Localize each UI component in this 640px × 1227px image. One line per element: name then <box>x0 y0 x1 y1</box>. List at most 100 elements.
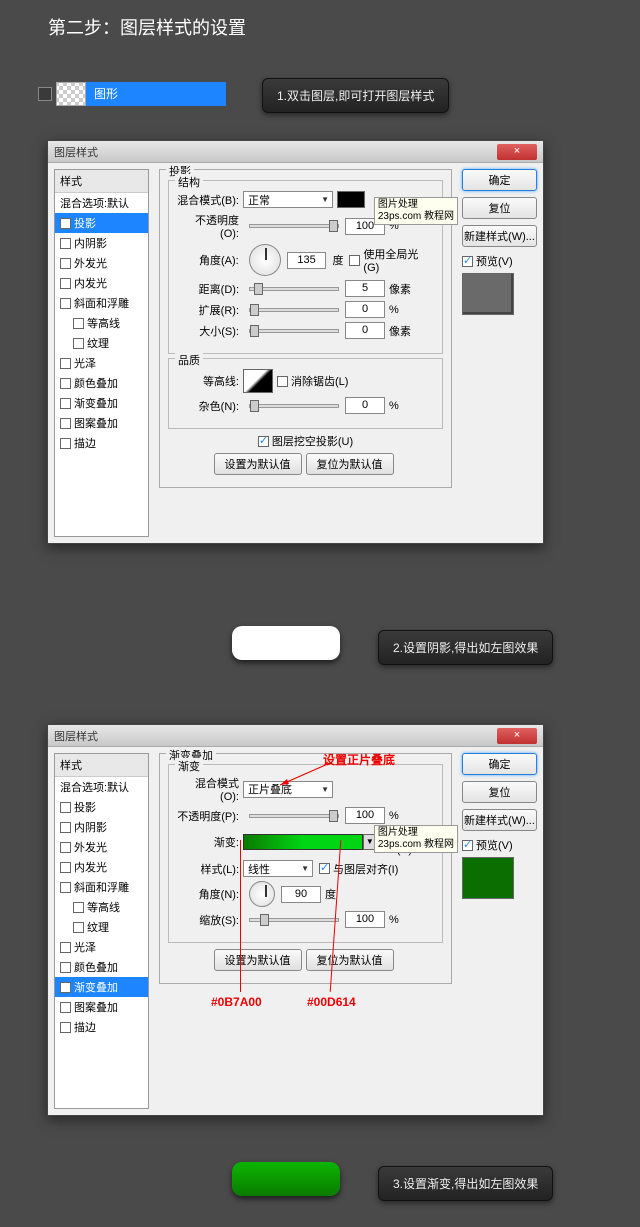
opacity-slider[interactable] <box>249 814 339 818</box>
align-checkbox[interactable] <box>319 863 330 874</box>
color-swatch[interactable] <box>337 191 365 208</box>
style-checkbox[interactable] <box>60 862 71 873</box>
style-checkbox[interactable] <box>60 882 71 893</box>
style-checkbox[interactable] <box>73 318 84 329</box>
style-checkbox[interactable] <box>60 218 71 229</box>
sidebar-item-11[interactable]: 描边 <box>55 433 148 453</box>
sidebar-item-6[interactable]: 纹理 <box>55 333 148 353</box>
distance-value[interactable]: 5 <box>345 280 385 297</box>
sidebar-item-5[interactable]: 等高线 <box>55 313 148 333</box>
angle-value[interactable]: 90 <box>281 886 321 903</box>
sidebar-item-8[interactable]: 颜色叠加 <box>55 373 148 393</box>
gradient-swatch[interactable] <box>243 834 363 850</box>
spread-value[interactable]: 0 <box>345 301 385 318</box>
style-checkbox[interactable] <box>60 378 71 389</box>
style-checkbox[interactable] <box>60 1022 71 1033</box>
style-checkbox[interactable] <box>60 298 71 309</box>
sidebar-item-8[interactable]: 颜色叠加 <box>55 957 148 977</box>
sidebar-item-6[interactable]: 纹理 <box>55 917 148 937</box>
noise-value[interactable]: 0 <box>345 397 385 414</box>
sidebar-item-4[interactable]: 斜面和浮雕 <box>55 877 148 897</box>
sidebar-blending-default[interactable]: 混合选项:默认 <box>55 193 148 213</box>
sidebar-item-10[interactable]: 图案叠加 <box>55 413 148 433</box>
preview-checkbox[interactable] <box>462 840 473 851</box>
style-checkbox[interactable] <box>73 922 84 933</box>
set-default-button[interactable]: 设置为默认值 <box>214 453 302 475</box>
style-checkbox[interactable] <box>60 258 71 269</box>
sidebar-item-1[interactable]: 内阴影 <box>55 233 148 253</box>
sidebar-item-0[interactable]: 投影 <box>55 797 148 817</box>
style-checkbox[interactable] <box>60 358 71 369</box>
angle-dial[interactable] <box>249 244 281 276</box>
close-icon[interactable]: × <box>497 144 537 160</box>
sidebar-header[interactable]: 样式 <box>55 170 148 193</box>
style-checkbox[interactable] <box>60 962 71 973</box>
sidebar-item-5[interactable]: 等高线 <box>55 897 148 917</box>
style-checkbox[interactable] <box>73 902 84 913</box>
sidebar-item-4[interactable]: 斜面和浮雕 <box>55 293 148 313</box>
sidebar-item-7[interactable]: 光泽 <box>55 353 148 373</box>
size-value[interactable]: 0 <box>345 322 385 339</box>
sidebar-item-3[interactable]: 内发光 <box>55 857 148 877</box>
reset-default-button[interactable]: 复位为默认值 <box>306 949 394 971</box>
sidebar-item-9[interactable]: 渐变叠加 <box>55 393 148 413</box>
sidebar-item-1[interactable]: 内阴影 <box>55 817 148 837</box>
titlebar[interactable]: 图层样式 × <box>48 725 543 747</box>
sidebar-item-3[interactable]: 内发光 <box>55 273 148 293</box>
style-checkbox[interactable] <box>60 802 71 813</box>
cancel-button[interactable]: 复位 <box>462 781 537 803</box>
size-slider[interactable] <box>249 329 339 333</box>
opacity-slider[interactable] <box>249 224 339 228</box>
close-icon[interactable]: × <box>497 728 537 744</box>
style-checkbox[interactable] <box>60 842 71 853</box>
sidebar-item-2[interactable]: 外发光 <box>55 837 148 857</box>
titlebar[interactable]: 图层样式 × <box>48 141 543 163</box>
scale-value[interactable]: 100 <box>345 911 385 928</box>
ok-button[interactable]: 确定 <box>462 169 537 191</box>
angle-value[interactable]: 135 <box>287 252 327 269</box>
sidebar-blending-default[interactable]: 混合选项:默认 <box>55 777 148 797</box>
visibility-icon[interactable] <box>38 87 52 101</box>
new-style-button[interactable]: 新建样式(W)... <box>462 809 537 831</box>
style-checkbox[interactable] <box>60 238 71 249</box>
style-checkbox[interactable] <box>60 418 71 429</box>
opacity-value[interactable]: 100 <box>345 807 385 824</box>
sidebar-item-10[interactable]: 图案叠加 <box>55 997 148 1017</box>
noise-slider[interactable] <box>249 404 339 408</box>
layer-thumbnail[interactable] <box>56 82 86 106</box>
sidebar-item-11[interactable]: 描边 <box>55 1017 148 1037</box>
knockout-label: 图层挖空投影(U) <box>272 433 353 449</box>
cancel-button[interactable]: 复位 <box>462 197 537 219</box>
antialias-checkbox[interactable] <box>277 376 288 387</box>
style-checkbox[interactable] <box>60 398 71 409</box>
preview-checkbox[interactable] <box>462 256 473 267</box>
contour-picker[interactable] <box>243 369 273 393</box>
sidebar-item-label: 纹理 <box>87 335 109 351</box>
sidebar-item-0[interactable]: 投影 <box>55 213 148 233</box>
scale-slider[interactable] <box>249 918 339 922</box>
ok-button[interactable]: 确定 <box>462 753 537 775</box>
style-checkbox[interactable] <box>60 822 71 833</box>
style-checkbox[interactable] <box>73 338 84 349</box>
style-checkbox[interactable] <box>60 438 71 449</box>
distance-slider[interactable] <box>249 287 339 291</box>
sidebar-item-7[interactable]: 光泽 <box>55 937 148 957</box>
sidebar-header[interactable]: 样式 <box>55 754 148 777</box>
reset-default-button[interactable]: 复位为默认值 <box>306 453 394 475</box>
style-checkbox[interactable] <box>60 278 71 289</box>
style-dropdown[interactable]: 线性 <box>243 860 313 877</box>
new-style-button[interactable]: 新建样式(W)... <box>462 225 537 247</box>
knockout-checkbox[interactable] <box>258 436 269 447</box>
sidebar-item-2[interactable]: 外发光 <box>55 253 148 273</box>
blend-mode-dropdown[interactable]: 正常 <box>243 191 333 208</box>
angle-dial[interactable] <box>249 881 275 907</box>
style-checkbox[interactable] <box>60 1002 71 1013</box>
style-checkbox[interactable] <box>60 942 71 953</box>
global-light-checkbox[interactable] <box>349 255 360 266</box>
layer-name[interactable]: 图形 <box>86 82 226 106</box>
style-checkbox[interactable] <box>60 982 71 993</box>
set-default-button[interactable]: 设置为默认值 <box>214 949 302 971</box>
size-label: 大小(S): <box>177 323 239 339</box>
spread-slider[interactable] <box>249 308 339 312</box>
sidebar-item-9[interactable]: 渐变叠加 <box>55 977 148 997</box>
